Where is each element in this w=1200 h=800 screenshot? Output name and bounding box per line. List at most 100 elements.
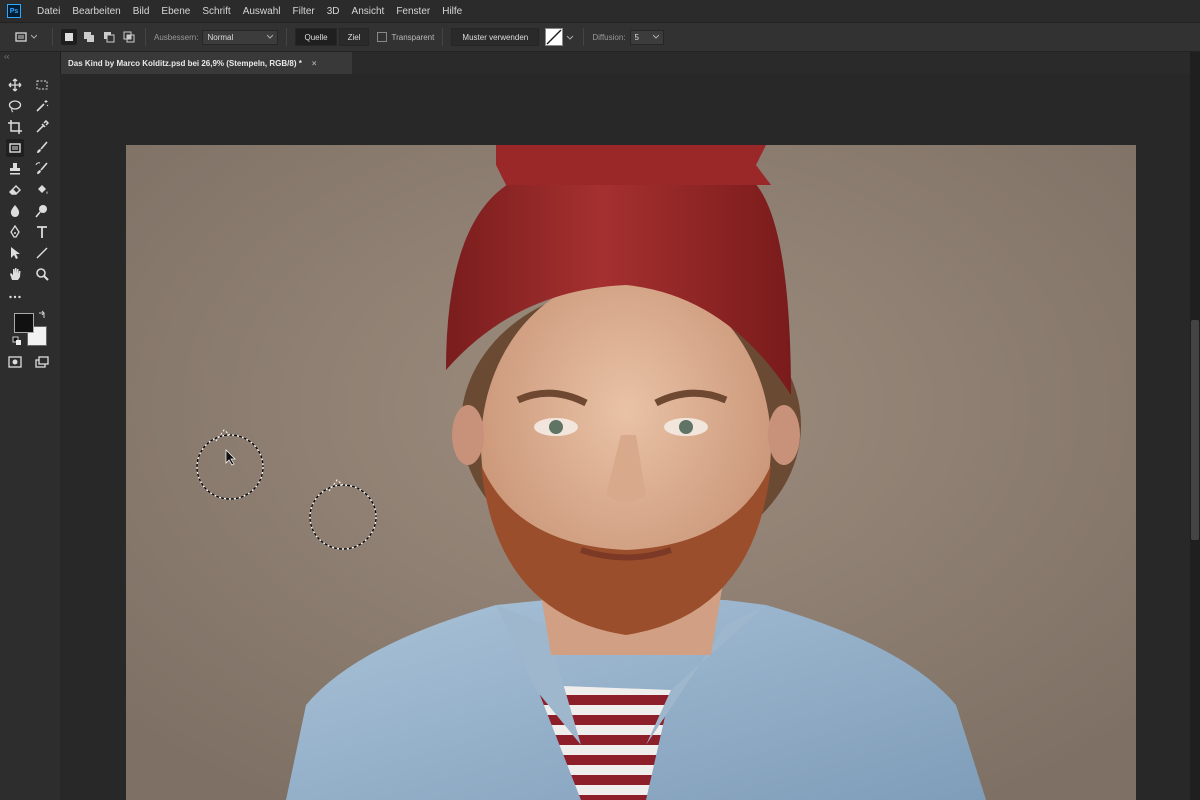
more-tools-button[interactable] [6, 288, 24, 306]
portrait-photo [126, 145, 1136, 800]
source-button[interactable]: Quelle [295, 28, 337, 46]
patch-tool[interactable] [6, 139, 24, 157]
document-tab-bar: Das Kind by Marco Kolditz.psd bei 26,9% … [60, 52, 1190, 74]
chevron-down-icon[interactable] [565, 29, 575, 45]
diffusion-select[interactable]: 5 [629, 29, 664, 45]
diffusion-value: 5 [634, 32, 639, 42]
collapse-icon[interactable]: ‹‹ [4, 52, 9, 61]
magic-wand-tool[interactable] [33, 97, 51, 115]
menu-schrift[interactable]: Schrift [196, 6, 236, 17]
menu-fenster[interactable]: Fenster [390, 6, 436, 17]
menu-bearbeiten[interactable]: Bearbeiten [66, 6, 126, 17]
menu-ansicht[interactable]: Ansicht [346, 6, 391, 17]
document-tab[interactable]: Das Kind by Marco Kolditz.psd bei 26,9% … [60, 52, 352, 74]
menu-hilfe[interactable]: Hilfe [436, 6, 468, 17]
add-selection-icon [84, 32, 94, 42]
dodge-tool[interactable] [33, 202, 51, 220]
menu-bild[interactable]: Bild [127, 6, 156, 17]
paint-bucket-icon [38, 185, 48, 194]
photoshop-logo: Ps [7, 4, 21, 18]
transparent-checkbox[interactable]: Transparent [377, 32, 434, 42]
patch-label: Ausbessern: [154, 32, 199, 42]
quick-mask-icon [8, 356, 22, 368]
pen-icon [10, 225, 20, 238]
quick-mask-button[interactable] [6, 353, 24, 371]
crop-tool[interactable] [6, 118, 24, 136]
stamp-icon [10, 163, 20, 175]
crop-icon [8, 120, 22, 134]
chevron-down-icon [652, 34, 659, 39]
menu-3d[interactable]: 3D [321, 6, 346, 17]
no-pattern-icon [546, 29, 562, 45]
target-button[interactable]: Ziel [338, 28, 370, 46]
menu-auswahl[interactable]: Auswahl [237, 6, 287, 17]
menu-ebene[interactable]: Ebene [155, 6, 196, 17]
new-selection-icon [65, 33, 73, 41]
add-selection-button[interactable] [81, 29, 97, 45]
move-icon [8, 78, 22, 92]
vertical-scrollbar-thumb[interactable] [1191, 320, 1199, 540]
menu-bar: Ps Datei Bearbeiten Bild Ebene Schrift A… [0, 0, 1200, 22]
transparent-label: Transparent [391, 32, 435, 42]
type-icon [37, 226, 47, 238]
patch-icon [9, 143, 21, 153]
blur-tool[interactable] [6, 202, 24, 220]
diffusion-label: Diffusion: [592, 32, 626, 42]
eyedropper-icon [36, 120, 49, 133]
history-brush-tool[interactable] [33, 160, 51, 178]
patch-mode-select[interactable]: Normal [202, 29, 279, 45]
paint-bucket-tool[interactable] [33, 181, 51, 199]
options-bar: Ausbessern: Normal Quelle Ziel Transpare… [0, 22, 1200, 52]
subtract-selection-button[interactable] [101, 29, 117, 45]
hand-tool[interactable] [6, 265, 24, 283]
new-selection-button[interactable] [61, 29, 77, 45]
chevron-down-icon [31, 34, 37, 39]
tool-preset-picker[interactable] [14, 28, 44, 46]
chevron-down-icon [267, 34, 274, 39]
hand-icon [10, 268, 21, 280]
line-tool[interactable] [33, 244, 51, 262]
lasso-tool[interactable] [6, 97, 24, 115]
intersect-selection-button[interactable] [121, 29, 137, 45]
eyedropper-tool[interactable] [33, 118, 51, 136]
magic-wand-icon [36, 100, 49, 112]
line-icon [36, 247, 48, 259]
eraser-icon [9, 185, 21, 195]
history-brush-icon [35, 162, 48, 174]
eraser-tool[interactable] [6, 181, 24, 199]
close-tab-icon[interactable]: × [312, 59, 317, 68]
stamp-tool[interactable] [6, 160, 24, 178]
tools-panel: ‹‹ [0, 52, 61, 800]
subtract-selection-icon [104, 32, 115, 43]
intersect-selection-icon [123, 31, 135, 43]
default-colors-icon[interactable] [12, 336, 22, 346]
pattern-swatch[interactable] [545, 28, 564, 46]
marquee-tool[interactable] [33, 76, 51, 94]
path-select-tool[interactable] [6, 244, 24, 262]
foreground-color-swatch[interactable] [14, 313, 34, 333]
swap-colors-icon[interactable] [37, 310, 47, 320]
patch-mode-value: Normal [207, 32, 234, 42]
document-tab-title: Das Kind by Marco Kolditz.psd bei 26,9% … [68, 58, 302, 68]
document-canvas[interactable] [126, 145, 1136, 800]
screen-mode-button[interactable] [33, 353, 51, 371]
brush-tool[interactable] [33, 139, 51, 157]
menu-datei[interactable]: Datei [31, 6, 66, 17]
checkbox-box [377, 32, 388, 42]
menu-filter[interactable]: Filter [287, 6, 321, 17]
zoom-icon [36, 268, 49, 281]
type-tool[interactable] [33, 223, 51, 241]
pen-tool[interactable] [6, 223, 24, 241]
path-select-icon [11, 247, 20, 259]
zoom-tool[interactable] [33, 265, 51, 283]
screen-mode-icon [35, 356, 49, 368]
use-pattern-button[interactable]: Muster verwenden [451, 28, 540, 46]
blur-icon [10, 205, 20, 217]
dodge-icon [35, 205, 47, 218]
patch-icon [15, 32, 27, 42]
move-tool[interactable] [6, 76, 24, 94]
lasso-icon [8, 100, 22, 113]
more-tools-icon [9, 295, 21, 299]
marquee-icon [36, 80, 48, 90]
brush-icon [37, 141, 48, 153]
